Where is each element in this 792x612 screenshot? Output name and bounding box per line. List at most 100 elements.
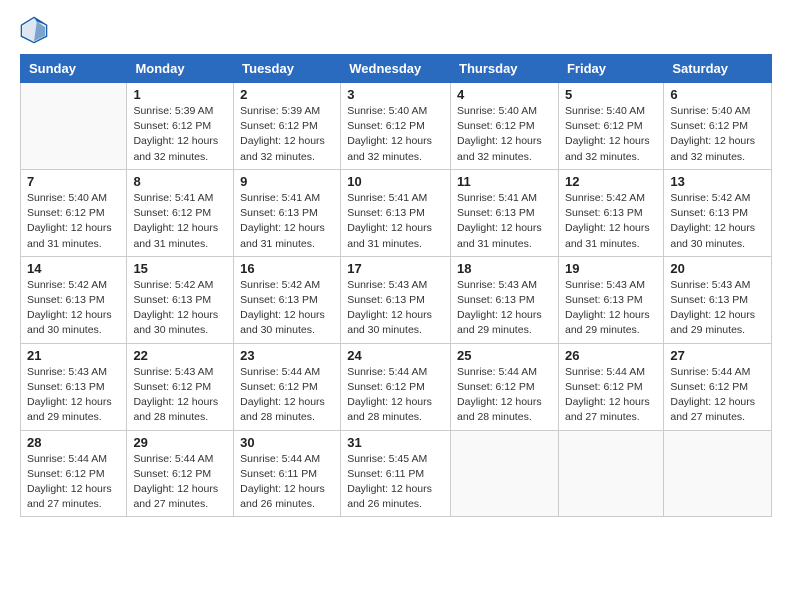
day-number: 27 — [670, 348, 765, 363]
day-number: 18 — [457, 261, 552, 276]
day-info: Sunrise: 5:41 AMSunset: 6:12 PMDaylight:… — [133, 191, 227, 252]
day-info: Sunrise: 5:45 AMSunset: 6:11 PMDaylight:… — [347, 452, 444, 513]
calendar-cell: 28 Sunrise: 5:44 AMSunset: 6:12 PMDayligh… — [21, 430, 127, 517]
calendar-cell: 6 Sunrise: 5:40 AMSunset: 6:12 PMDaylight… — [664, 83, 772, 170]
day-number: 23 — [240, 348, 334, 363]
calendar-cell: 15 Sunrise: 5:42 AMSunset: 6:13 PMDayligh… — [127, 256, 234, 343]
day-info: Sunrise: 5:41 AMSunset: 6:13 PMDaylight:… — [240, 191, 334, 252]
calendar-cell: 12Sunrise: 5:42 AMSunset: 6:13 PMDayligh… — [558, 169, 663, 256]
calendar-cell: 20 Sunrise: 5:43 AMSunset: 6:13 PMDayligh… — [664, 256, 772, 343]
day-number: 22 — [133, 348, 227, 363]
calendar-cell: 21 Sunrise: 5:43 AMSunset: 6:13 PMDayligh… — [21, 343, 127, 430]
header — [20, 16, 772, 44]
day-number: 11 — [457, 174, 552, 189]
calendar-cell — [21, 83, 127, 170]
day-number: 24 — [347, 348, 444, 363]
calendar-cell — [451, 430, 559, 517]
calendar-cell: 24 Sunrise: 5:44 AMSunset: 6:12 PMDayligh… — [341, 343, 451, 430]
calendar-cell: 3 Sunrise: 5:40 AMSunset: 6:12 PMDaylight… — [341, 83, 451, 170]
weekday-header-wednesday: Wednesday — [341, 55, 451, 83]
week-row-3: 14 Sunrise: 5:42 AMSunset: 6:13 PMDayligh… — [21, 256, 772, 343]
day-info: Sunrise: 5:41 AMSunset: 6:13 PMDaylight:… — [347, 191, 444, 252]
day-info: Sunrise: 5:40 AMSunset: 6:12 PMDaylight:… — [27, 191, 120, 252]
day-number: 13 — [670, 174, 765, 189]
day-number: 6 — [670, 87, 765, 102]
day-info: Sunrise: 5:44 AMSunset: 6:11 PMDaylight:… — [240, 452, 334, 513]
day-info: Sunrise: 5:42 AMSunset: 6:13 PMDaylight:… — [133, 278, 227, 339]
day-number: 17 — [347, 261, 444, 276]
day-number: 7 — [27, 174, 120, 189]
calendar-cell: 30 Sunrise: 5:44 AMSunset: 6:11 PMDayligh… — [234, 430, 341, 517]
calendar-cell: 9 Sunrise: 5:41 AMSunset: 6:13 PMDaylight… — [234, 169, 341, 256]
day-info: Sunrise: 5:40 AMSunset: 6:12 PMDaylight:… — [347, 104, 444, 165]
day-info: Sunrise: 5:43 AMSunset: 6:13 PMDaylight:… — [27, 365, 120, 426]
weekday-header-tuesday: Tuesday — [234, 55, 341, 83]
week-row-5: 28 Sunrise: 5:44 AMSunset: 6:12 PMDayligh… — [21, 430, 772, 517]
calendar-cell: 11 Sunrise: 5:41 AMSunset: 6:13 PMDayligh… — [451, 169, 559, 256]
week-row-1: 1Sunrise: 5:39 AMSunset: 6:12 PMDaylight… — [21, 83, 772, 170]
calendar-cell: 22 Sunrise: 5:43 AMSunset: 6:12 PMDayligh… — [127, 343, 234, 430]
day-number: 4 — [457, 87, 552, 102]
day-number: 19 — [565, 261, 657, 276]
day-number: 29 — [133, 435, 227, 450]
weekday-header-monday: Monday — [127, 55, 234, 83]
day-info: Sunrise: 5:39 AMSunset: 6:12 PMDaylight:… — [133, 104, 227, 165]
day-number: 16 — [240, 261, 334, 276]
calendar-cell: 13 Sunrise: 5:42 AMSunset: 6:13 PMDayligh… — [664, 169, 772, 256]
logo — [20, 16, 52, 44]
day-number: 14 — [27, 261, 120, 276]
day-info: Sunrise: 5:44 AMSunset: 6:12 PMDaylight:… — [133, 452, 227, 513]
day-number: 26 — [565, 348, 657, 363]
day-number: 30 — [240, 435, 334, 450]
week-row-4: 21 Sunrise: 5:43 AMSunset: 6:13 PMDayligh… — [21, 343, 772, 430]
calendar-cell: 31Sunrise: 5:45 AMSunset: 6:11 PMDayligh… — [341, 430, 451, 517]
calendar-cell: 17Sunrise: 5:43 AMSunset: 6:13 PMDayligh… — [341, 256, 451, 343]
day-info: Sunrise: 5:44 AMSunset: 6:12 PMDaylight:… — [347, 365, 444, 426]
day-info: Sunrise: 5:39 AMSunset: 6:12 PMDaylight:… — [240, 104, 334, 165]
calendar-cell: 27 Sunrise: 5:44 AMSunset: 6:12 PMDayligh… — [664, 343, 772, 430]
weekday-header-sunday: Sunday — [21, 55, 127, 83]
logo-icon — [20, 16, 48, 44]
calendar-cell: 7 Sunrise: 5:40 AMSunset: 6:12 PMDaylight… — [21, 169, 127, 256]
weekday-header-saturday: Saturday — [664, 55, 772, 83]
weekday-header-thursday: Thursday — [451, 55, 559, 83]
day-info: Sunrise: 5:43 AMSunset: 6:13 PMDaylight:… — [565, 278, 657, 339]
day-info: Sunrise: 5:42 AMSunset: 6:13 PMDaylight:… — [27, 278, 120, 339]
calendar-cell: 19 Sunrise: 5:43 AMSunset: 6:13 PMDayligh… — [558, 256, 663, 343]
calendar-cell: 4 Sunrise: 5:40 AMSunset: 6:12 PMDaylight… — [451, 83, 559, 170]
day-info: Sunrise: 5:43 AMSunset: 6:13 PMDaylight:… — [670, 278, 765, 339]
calendar-cell: 2 Sunrise: 5:39 AMSunset: 6:12 PMDaylight… — [234, 83, 341, 170]
calendar-cell: 8 Sunrise: 5:41 AMSunset: 6:12 PMDaylight… — [127, 169, 234, 256]
day-info: Sunrise: 5:40 AMSunset: 6:12 PMDaylight:… — [565, 104, 657, 165]
weekday-header-friday: Friday — [558, 55, 663, 83]
calendar-cell: 1Sunrise: 5:39 AMSunset: 6:12 PMDaylight… — [127, 83, 234, 170]
day-number: 3 — [347, 87, 444, 102]
day-number: 9 — [240, 174, 334, 189]
calendar-cell: 16 Sunrise: 5:42 AMSunset: 6:13 PMDayligh… — [234, 256, 341, 343]
day-number: 8 — [133, 174, 227, 189]
day-number: 28 — [27, 435, 120, 450]
weekday-header-row: SundayMondayTuesdayWednesdayThursdayFrid… — [21, 55, 772, 83]
day-number: 20 — [670, 261, 765, 276]
day-info: Sunrise: 5:43 AMSunset: 6:12 PMDaylight:… — [133, 365, 227, 426]
calendar-cell: 26 Sunrise: 5:44 AMSunset: 6:12 PMDayligh… — [558, 343, 663, 430]
page: SundayMondayTuesdayWednesdayThursdayFrid… — [0, 0, 792, 612]
calendar-cell: 14 Sunrise: 5:42 AMSunset: 6:13 PMDayligh… — [21, 256, 127, 343]
day-info: Sunrise: 5:40 AMSunset: 6:12 PMDaylight:… — [670, 104, 765, 165]
day-number: 21 — [27, 348, 120, 363]
day-number: 15 — [133, 261, 227, 276]
day-info: Sunrise: 5:42 AMSunset: 6:13 PMDaylight:… — [565, 191, 657, 252]
day-number: 2 — [240, 87, 334, 102]
day-info: Sunrise: 5:42 AMSunset: 6:13 PMDaylight:… — [670, 191, 765, 252]
day-info: Sunrise: 5:44 AMSunset: 6:12 PMDaylight:… — [670, 365, 765, 426]
day-info: Sunrise: 5:42 AMSunset: 6:13 PMDaylight:… — [240, 278, 334, 339]
week-row-2: 7 Sunrise: 5:40 AMSunset: 6:12 PMDaylight… — [21, 169, 772, 256]
day-info: Sunrise: 5:44 AMSunset: 6:12 PMDaylight:… — [565, 365, 657, 426]
day-info: Sunrise: 5:43 AMSunset: 6:13 PMDaylight:… — [457, 278, 552, 339]
calendar-cell: 29 Sunrise: 5:44 AMSunset: 6:12 PMDayligh… — [127, 430, 234, 517]
day-info: Sunrise: 5:40 AMSunset: 6:12 PMDaylight:… — [457, 104, 552, 165]
calendar-cell: 5Sunrise: 5:40 AMSunset: 6:12 PMDaylight… — [558, 83, 663, 170]
day-info: Sunrise: 5:44 AMSunset: 6:12 PMDaylight:… — [27, 452, 120, 513]
calendar-cell: 23Sunrise: 5:44 AMSunset: 6:12 PMDayligh… — [234, 343, 341, 430]
day-info: Sunrise: 5:41 AMSunset: 6:13 PMDaylight:… — [457, 191, 552, 252]
